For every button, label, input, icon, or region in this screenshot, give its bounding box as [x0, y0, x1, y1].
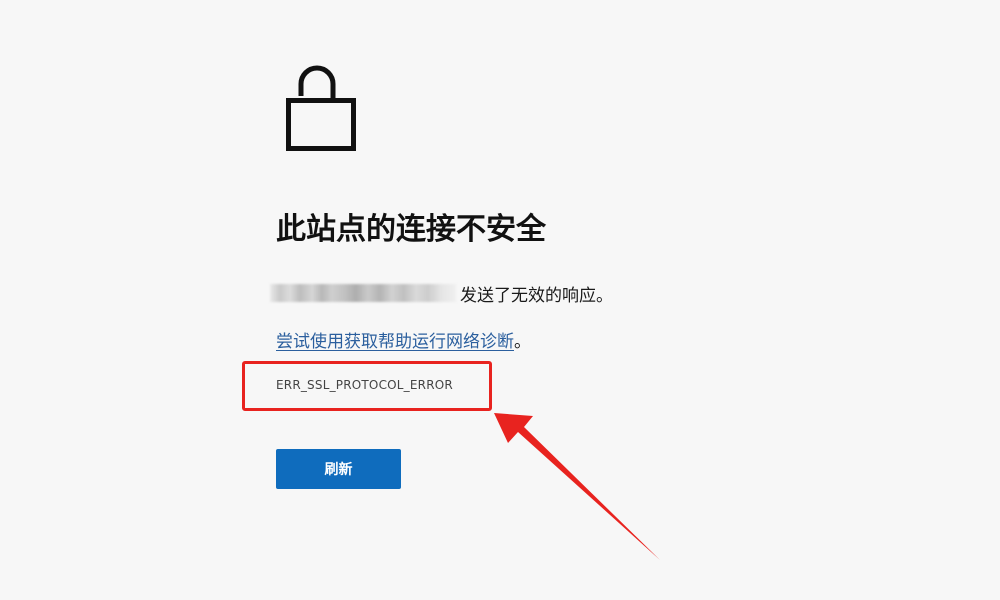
error-page: 此站点的连接不安全 发送了无效的响应。 尝试使用获取帮助运行网络诊断。 ERR_… — [0, 0, 1000, 600]
page-title: 此站点的连接不安全 — [276, 212, 546, 247]
refresh-button[interactable]: 刷新 — [276, 449, 401, 489]
network-diagnostics-link[interactable]: 尝试使用获取帮助运行网络诊断 — [276, 327, 514, 352]
redacted-hostname — [270, 284, 456, 302]
diagnostics-period: 。 — [514, 331, 531, 352]
error-message-text: 发送了无效的响应。 — [460, 285, 613, 306]
unlocked-padlock-icon — [286, 65, 356, 151]
red-highlight-box — [242, 361, 492, 411]
error-message: 发送了无效的响应。 — [270, 279, 613, 307]
diagnostics-row: 尝试使用获取帮助运行网络诊断。 — [276, 325, 531, 353]
